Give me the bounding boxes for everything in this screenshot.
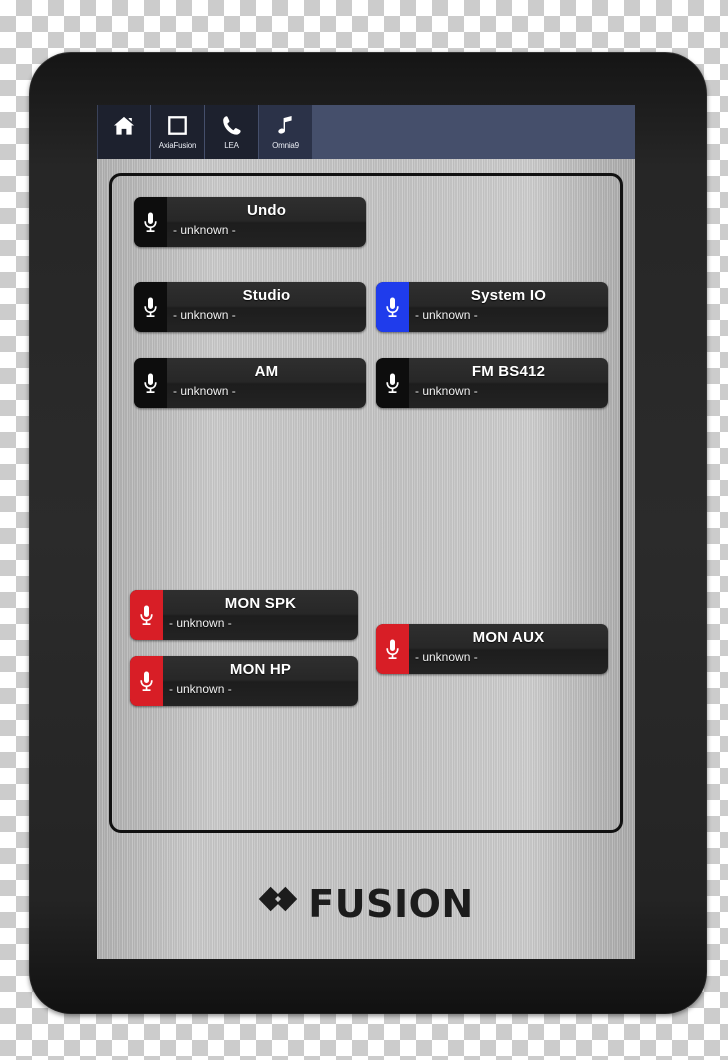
source-status: - unknown -: [173, 384, 236, 398]
microphone-icon: [134, 358, 167, 408]
phone-icon: [222, 112, 242, 139]
tab-lea-label: LEA: [224, 141, 239, 150]
source-title: System IO: [470, 287, 547, 304]
microphone-icon: [130, 656, 163, 706]
source-title: MON SPK: [224, 595, 297, 612]
source-status: - unknown -: [169, 616, 232, 630]
tab-lea[interactable]: LEA: [205, 105, 259, 159]
device-screen: AxiaFusion LEA Omnia9 Undo - unknown - S…: [97, 105, 635, 959]
source-text: AM - unknown -: [167, 358, 366, 408]
source-status: - unknown -: [169, 682, 232, 696]
brand-name: FUSION: [308, 882, 474, 926]
source-button-am[interactable]: AM - unknown -: [134, 358, 366, 408]
square-icon: [167, 112, 188, 139]
fusion-logo: FUSION: [258, 885, 473, 923]
source-title: MON HP: [229, 661, 292, 678]
tab-axiafusion[interactable]: AxiaFusion: [151, 105, 205, 159]
front-plate: Undo - unknown - Studio - unknown - Syst…: [97, 159, 635, 959]
microphone-icon: [376, 624, 409, 674]
source-panel: Undo - unknown - Studio - unknown - Syst…: [109, 173, 623, 833]
microphone-icon: [376, 358, 409, 408]
microphone-icon: [130, 590, 163, 640]
source-status: - unknown -: [173, 223, 236, 237]
source-text: System IO - unknown -: [409, 282, 608, 332]
source-button-mon-spk[interactable]: MON SPK - unknown -: [130, 590, 358, 640]
source-button-studio[interactable]: Studio - unknown -: [134, 282, 366, 332]
source-title: Undo: [246, 202, 287, 219]
source-status: - unknown -: [173, 308, 236, 322]
tab-home[interactable]: [97, 105, 151, 159]
double-diamond-icon: [258, 886, 299, 922]
source-text: MON SPK - unknown -: [163, 590, 358, 640]
top-toolbar: AxiaFusion LEA Omnia9: [97, 105, 635, 159]
home-icon: [113, 112, 135, 139]
source-title: FM BS412: [471, 363, 546, 380]
brand-area: FUSION: [97, 849, 635, 959]
tab-omnia9-label: Omnia9: [272, 141, 299, 150]
source-text: Studio - unknown -: [167, 282, 366, 332]
microphone-icon: [134, 197, 167, 247]
source-title: MON AUX: [472, 629, 545, 646]
source-text: Undo - unknown -: [167, 197, 366, 247]
microphone-icon: [376, 282, 409, 332]
tablet-device: AxiaFusion LEA Omnia9 Undo - unknown - S…: [29, 52, 707, 1014]
source-status: - unknown -: [415, 308, 478, 322]
source-button-mon-hp[interactable]: MON HP - unknown -: [130, 656, 358, 706]
music-note-icon: [277, 112, 295, 139]
tab-axiafusion-label: AxiaFusion: [158, 141, 197, 150]
source-text: MON AUX - unknown -: [409, 624, 608, 674]
source-title: AM: [254, 363, 279, 380]
source-status: - unknown -: [415, 384, 478, 398]
source-title: Studio: [242, 287, 291, 304]
source-text: FM BS412 - unknown -: [409, 358, 608, 408]
source-button-system-io[interactable]: System IO - unknown -: [376, 282, 608, 332]
tab-omnia9[interactable]: Omnia9: [259, 105, 313, 159]
source-button-mon-aux[interactable]: MON AUX - unknown -: [376, 624, 608, 674]
source-button-fm-bs412[interactable]: FM BS412 - unknown -: [376, 358, 608, 408]
source-text: MON HP - unknown -: [163, 656, 358, 706]
source-status: - unknown -: [415, 650, 478, 664]
microphone-icon: [134, 282, 167, 332]
source-button-undo[interactable]: Undo - unknown -: [134, 197, 366, 247]
